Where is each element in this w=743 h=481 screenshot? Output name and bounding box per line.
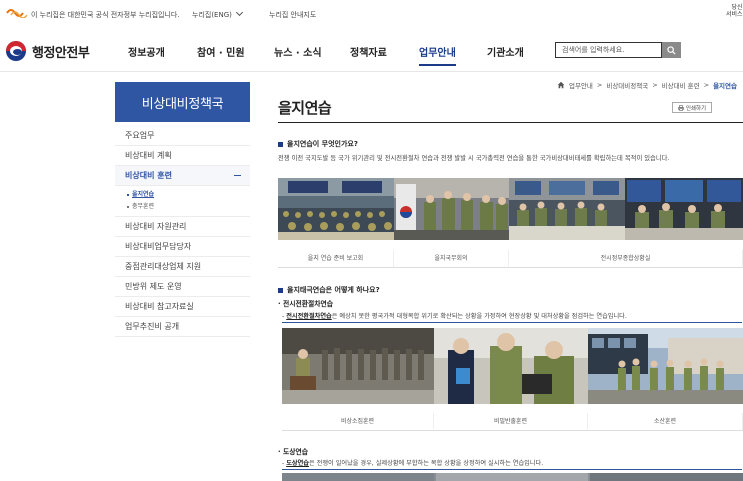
sub2-title: · 도상연습 [278, 448, 308, 456]
bullet-square-icon [278, 287, 283, 293]
photo-ulji-cabinet [394, 178, 509, 240]
sub1-title: · 전시전환절차연습 [278, 300, 333, 308]
sub1-bold: 전시전환절차연습 [286, 313, 332, 320]
site-guide-link[interactable]: 누리집 안내지도 [269, 10, 316, 20]
nav-work-guide[interactable]: 업무안내 [419, 44, 456, 66]
site-header: 행정안전부 정보공개 참여 · 민원 뉴스 · 소식 정책자료 업무안내 기관소… [0, 28, 743, 72]
title-divider [278, 122, 743, 123]
page-title: 을지연습 [278, 99, 332, 117]
photo-situation-room-1 [509, 178, 625, 240]
photo-ulji-briefing [278, 178, 394, 240]
corner-service-text: 당신 서비스 [726, 4, 743, 18]
sidebar-sub-chungmu[interactable]: 충무훈련 [127, 201, 250, 213]
section2-heading-text: 을지태극연습은 어떻게 하나요? [287, 286, 380, 294]
print-label: 인쇄하기 [685, 105, 707, 112]
home-icon[interactable] [557, 81, 565, 89]
taegeuk-emblem-icon [6, 41, 26, 61]
site-logo[interactable]: 행정안전부 [6, 41, 90, 61]
sidebar-item-training[interactable]: 비상대비 훈련 [115, 166, 250, 186]
sidebar-sub-ulji[interactable]: 을지연습 [127, 189, 250, 201]
breadcrumb-item[interactable]: 업무안내 [569, 80, 593, 90]
caption: 을지국무회의 [394, 250, 509, 268]
search-icon [667, 45, 676, 55]
photo-emergency-call [282, 328, 434, 404]
gov-notice-bar: 이 누리집은 대한민국 공식 전자정부 누리집입니다. 누리집(ENG) 누리집… [0, 0, 743, 28]
section1-heading-text: 을지연습이 무엇인가요? [287, 140, 358, 148]
photo-evacuation [588, 328, 743, 404]
sub2-bold: 도상연습 [286, 460, 309, 467]
photo-situation-room-2 [625, 178, 743, 240]
breadcrumb-item[interactable]: 비상대비정책국 [606, 80, 648, 90]
sub2-text: 은 전쟁이 일어났을 경우, 실제상황에 부합하는 복합 상황을 상정하여 실시… [308, 460, 544, 467]
sidebar-title: 비상대비정책국 [115, 82, 250, 122]
bullet-square-icon [278, 141, 283, 147]
nav-policy[interactable]: 정책자료 [350, 44, 387, 59]
sub1-text: 은 예상치 못한 평국가적 대형복합 위기로 확산되는 상황을 가정하여 현장상… [331, 313, 627, 320]
caption: 비밀반출훈련 [434, 413, 588, 431]
sidebar-menu: 주요업무 비상대비 계획 비상대비 훈련 을지연습 충무훈련 비상대비 자원관리… [115, 126, 250, 337]
caption: 전시정부종합상황실 [509, 250, 743, 268]
sidebar-submenu: 을지연습 충무훈련 [115, 186, 250, 217]
search-button[interactable] [662, 42, 681, 58]
eng-site-link[interactable]: 누리집(ENG) [192, 8, 243, 20]
sidebar-sub-label: 을지연습 [132, 191, 155, 198]
sidebar-item-company[interactable]: 중점관리대상업체 지원 [115, 257, 250, 277]
sub2-desc: - 도상연습은 전쟁이 일어났을 경우, 실제상황에 부합하는 복합 상황을 상… [282, 460, 544, 467]
sidebar-sub-label: 충무훈련 [132, 203, 155, 210]
chevron-down-icon [235, 8, 243, 17]
sidebar-item-civil-defense[interactable]: 민방위 제도 운영 [115, 277, 250, 297]
sidebar-item-label: 비상대비 훈련 [125, 171, 172, 180]
sub1-desc: - 전시전환절차연습은 예상치 못한 평국가적 대형복합 위기로 확산되는 상황… [282, 313, 627, 320]
nav-about[interactable]: 기관소개 [487, 44, 524, 59]
sidebar-item-resources[interactable]: 비상대비 자원관리 [115, 217, 250, 237]
photo-tabletop-strip [282, 473, 743, 481]
sub2-divider [282, 469, 742, 470]
nav-news[interactable]: 뉴스 · 소식 [274, 44, 322, 59]
breadcrumb: 업무안내 > 비상대비정책국 > 비상대비 훈련 > 을지연습 [557, 80, 737, 90]
breadcrumb-item[interactable]: 비상대비 훈련 [662, 80, 700, 90]
section1-heading: 을지연습이 무엇인가요? [278, 139, 358, 149]
sub1-divider [282, 322, 742, 323]
section1-text: 전쟁 이전 국지도발 등 국가 위기관리 및 전시전환절차 연습과 전쟁 발발 … [278, 155, 670, 162]
photo-secret-carry [434, 328, 588, 404]
section2-heading: 을지태극연습은 어떻게 하나요? [278, 285, 380, 295]
ministry-name: 행정안전부 [32, 45, 90, 61]
sidebar-item-expenses[interactable]: 업무추진비 공개 [115, 317, 250, 337]
minus-icon [234, 175, 241, 176]
sidebar-item-plan[interactable]: 비상대비 계획 [115, 146, 250, 166]
search-input[interactable] [555, 42, 662, 58]
caption: 비상소집훈련 [282, 413, 434, 431]
gov-mark-icon [6, 9, 28, 18]
sidebar-item-main-work[interactable]: 주요업무 [115, 126, 250, 146]
gov-notice-text: 이 누리집은 대한민국 공식 전자정부 누리집입니다. [31, 11, 180, 19]
eng-site-label: 누리집(ENG) [192, 11, 232, 19]
breadcrumb-current: 을지연습 [713, 82, 737, 90]
nav-participation[interactable]: 참여 · 민원 [197, 44, 245, 59]
caption: 소산훈련 [588, 413, 743, 431]
print-button[interactable]: 인쇄하기 [672, 102, 712, 113]
sidebar-item-staff[interactable]: 비상대비업무담당자 [115, 237, 250, 257]
sidebar-item-references[interactable]: 비상대비 참고자료실 [115, 297, 250, 317]
caption: 을지 연습 준비 보고회 [278, 250, 394, 268]
printer-icon [678, 104, 684, 111]
nav-info-disclosure[interactable]: 정보공개 [128, 44, 165, 59]
